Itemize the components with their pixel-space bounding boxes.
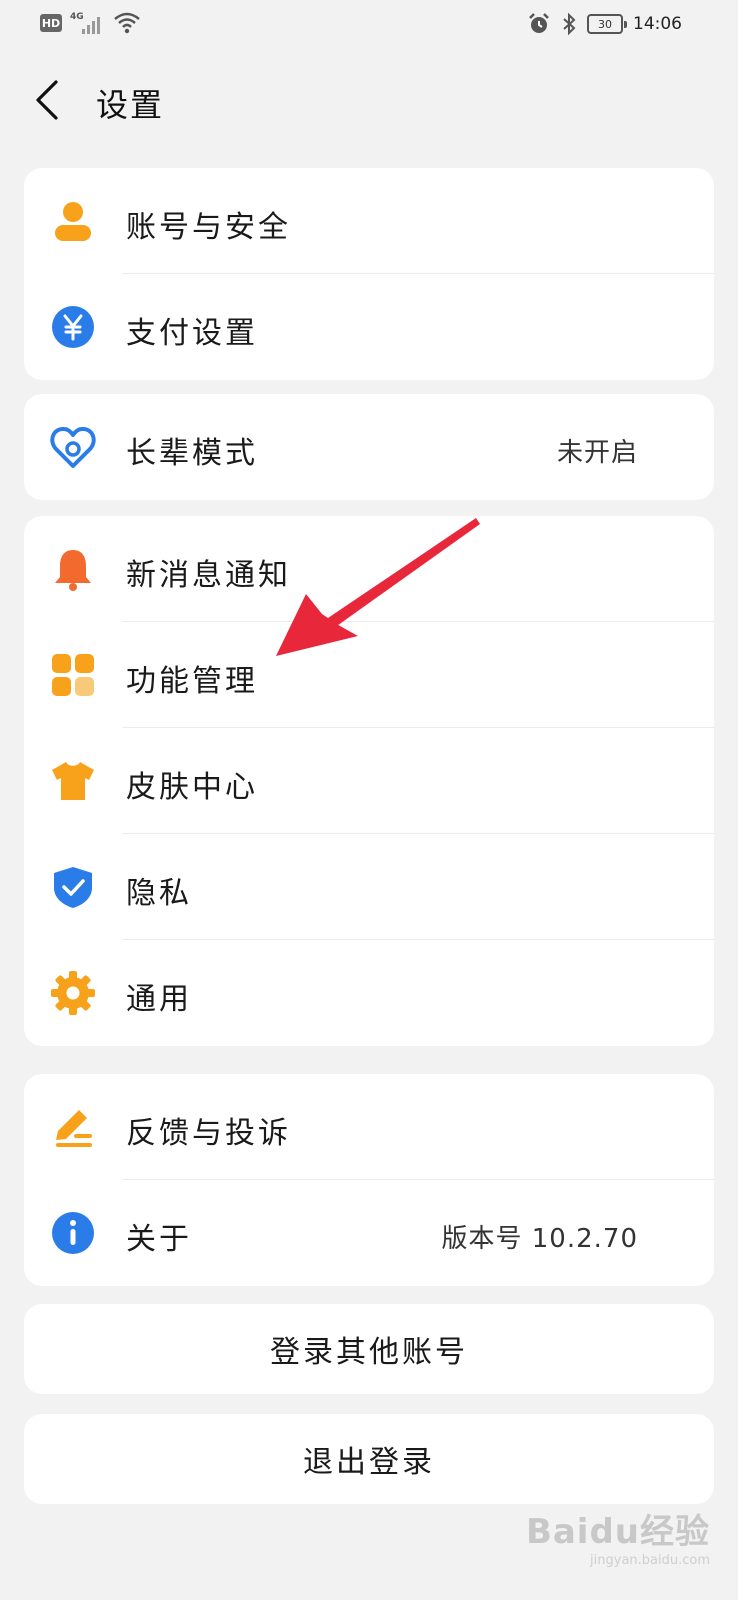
settings-page: HD 4G 30 14:06 设置 账号与安全 支付设置 长辈模式 未开启 新消… <box>0 0 738 1600</box>
heart-icon <box>50 427 96 468</box>
nav-header: 设置 <box>0 60 738 140</box>
hd-badge: HD <box>40 14 62 32</box>
row-payment-settings[interactable]: 支付设置 <box>24 274 714 380</box>
version-number: 版本号 10.2.70 <box>441 1224 638 1254</box>
row-label: 隐私 <box>126 876 192 911</box>
grid-icon <box>52 654 94 696</box>
logout-button[interactable]: 退出登录 <box>24 1414 714 1504</box>
row-elder-mode[interactable]: 长辈模式 未开启 <box>24 394 714 500</box>
wifi-icon <box>114 12 140 34</box>
row-feedback[interactable]: 反馈与投诉 <box>24 1074 714 1180</box>
status-left: HD 4G <box>40 12 140 34</box>
page-title: 设置 <box>96 86 165 124</box>
logout-label: 退出登录 <box>303 1445 435 1480</box>
alarm-icon <box>529 13 549 33</box>
row-label: 支付设置 <box>126 316 258 351</box>
row-privacy[interactable]: 隐私 <box>24 834 714 940</box>
switch-account-label: 登录其他账号 <box>270 1335 468 1370</box>
yuan-icon <box>52 306 94 348</box>
info-icon <box>52 1212 94 1254</box>
account-group: 账号与安全 支付设置 <box>24 168 714 380</box>
battery-level: 30 <box>598 17 612 31</box>
bluetooth-icon <box>563 12 576 36</box>
row-general[interactable]: 通用 <box>24 940 714 1046</box>
row-label: 皮肤中心 <box>126 770 258 805</box>
bell-icon <box>55 550 91 591</box>
switch-account-button[interactable]: 登录其他账号 <box>24 1304 714 1394</box>
back-arrow-icon[interactable] <box>30 78 66 122</box>
shirt-icon <box>52 762 94 800</box>
row-label: 通用 <box>126 982 192 1017</box>
status-right: 30 14:06 <box>527 12 682 36</box>
row-skin-center[interactable]: 皮肤中心 <box>24 728 714 834</box>
elder-mode-status: 未开启 <box>556 438 638 468</box>
about-group: 反馈与投诉 关于 版本号 10.2.70 <box>24 1074 714 1286</box>
baidu-watermark: Baidu经验 jingyan.baidu.com <box>526 1504 710 1568</box>
edit-icon <box>56 1110 92 1147</box>
watermark-logo: Baidu经验 <box>525 1512 710 1552</box>
row-account-security[interactable]: 账号与安全 <box>24 168 714 274</box>
shield-icon <box>54 867 92 908</box>
row-label: 长辈模式 <box>126 436 258 471</box>
elder-mode-group: 长辈模式 未开启 <box>24 394 714 500</box>
row-about[interactable]: 关于 版本号 10.2.70 <box>24 1180 714 1286</box>
watermark-url: jingyan.baidu.com <box>590 1553 710 1568</box>
annotation-arrow-icon <box>276 518 480 656</box>
clock: 14:06 <box>633 14 682 34</box>
row-label: 功能管理 <box>126 664 258 699</box>
status-bar: HD 4G 30 14:06 <box>0 0 738 50</box>
user-icon <box>55 202 91 241</box>
row-label: 关于 <box>126 1222 192 1257</box>
row-label: 账号与安全 <box>126 210 291 245</box>
battery-icon: 30 <box>587 14 627 34</box>
gear-icon <box>51 971 95 1015</box>
cellular-signal-icon: 4G <box>70 12 106 34</box>
row-label: 反馈与投诉 <box>126 1116 291 1151</box>
